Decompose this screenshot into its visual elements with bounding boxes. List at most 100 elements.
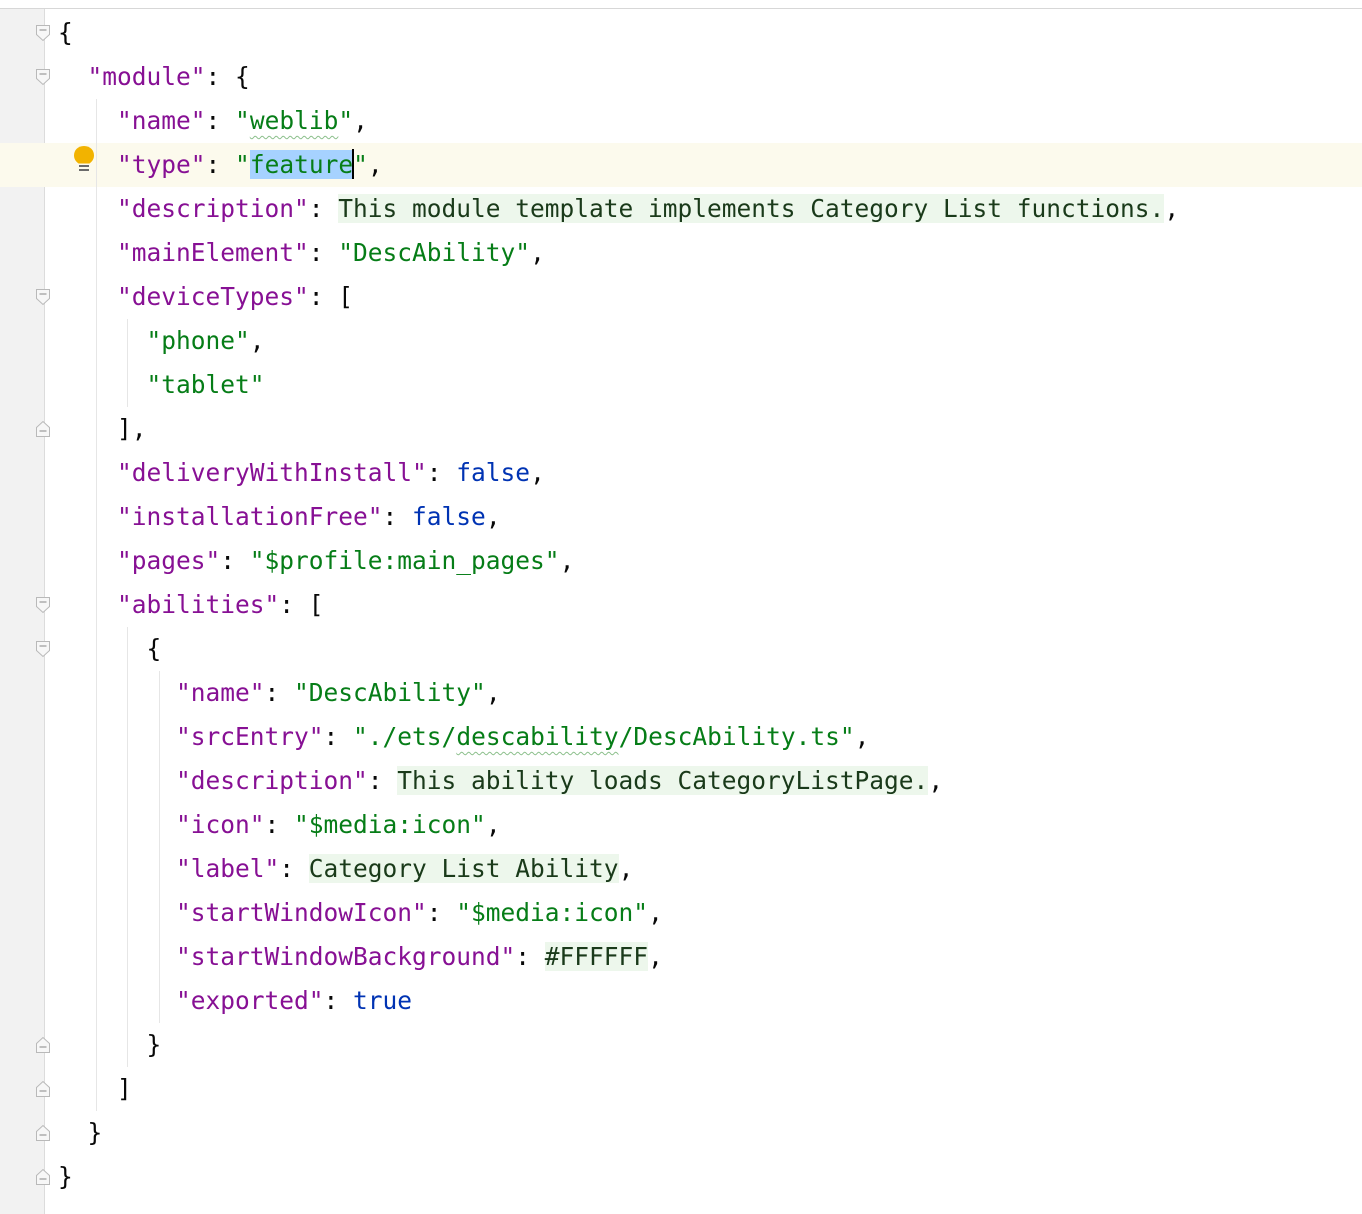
code-token: :	[323, 722, 354, 751]
fold-end-icon[interactable]	[35, 420, 51, 438]
code-line[interactable]: "pages": "$profile:main_pages",	[58, 539, 574, 583]
code-token: : {	[205, 62, 250, 91]
code-line[interactable]: "name": "weblib",	[58, 99, 368, 143]
code-line[interactable]: "icon": "$media:icon",	[58, 803, 501, 847]
fold-collapse-icon[interactable]	[35, 288, 51, 306]
fold-end-icon[interactable]	[35, 1036, 51, 1054]
code-line[interactable]: "phone",	[58, 319, 265, 363]
code-line[interactable]: }	[58, 1155, 73, 1199]
code-token: :	[515, 942, 545, 971]
fold-end-icon[interactable]	[35, 1124, 51, 1142]
code-token: "srcEntry"	[176, 722, 324, 751]
code-token: ,	[353, 106, 368, 135]
code-token: :	[279, 854, 309, 883]
code-token: true	[353, 986, 413, 1015]
code-line[interactable]: "type": "feature",	[58, 143, 383, 187]
code-token: }	[58, 1030, 162, 1059]
code-token: :	[323, 986, 354, 1015]
code-token: "icon"	[176, 810, 265, 839]
fold-collapse-icon[interactable]	[35, 640, 51, 658]
code-token: "abilities"	[117, 590, 280, 619]
fold-collapse-icon[interactable]	[35, 68, 51, 86]
fold-end-icon[interactable]	[35, 1168, 51, 1186]
code-line[interactable]: "installationFree": false,	[58, 495, 501, 539]
code-line[interactable]: "srcEntry": "./ets/descability/DescAbili…	[58, 715, 869, 759]
code-line[interactable]: "startWindowBackground": #FFFFFF,	[58, 935, 663, 979]
fold-collapse-icon[interactable]	[35, 24, 51, 42]
code-line[interactable]: {	[58, 11, 73, 55]
code-token: This ability loads CategoryListPage.	[397, 766, 929, 795]
editor-top-border	[0, 8, 1362, 9]
code-line[interactable]: "mainElement": "DescAbility",	[58, 231, 545, 275]
code-token: ,	[648, 942, 663, 971]
code-token: :	[220, 546, 250, 575]
code-token: : [	[308, 282, 354, 311]
code-token: descability	[456, 722, 619, 751]
code-token: "startWindowIcon"	[176, 898, 427, 927]
code-line[interactable]: }	[58, 1023, 162, 1067]
code-token: :	[308, 194, 339, 223]
code-line[interactable]: }	[58, 1111, 103, 1155]
code-token: weblib	[249, 106, 339, 135]
code-token: "description"	[117, 194, 309, 223]
code-line[interactable]: "startWindowIcon": "$media:icon",	[58, 891, 663, 935]
code-line[interactable]: "description": This module template impl…	[58, 187, 1179, 231]
code-token: ,	[559, 546, 575, 575]
code-token: false	[412, 502, 486, 531]
code-line[interactable]: "name": "DescAbility",	[58, 671, 501, 715]
code-token: :	[264, 678, 295, 707]
code-line[interactable]: "deviceTypes": [	[58, 275, 353, 319]
code-token: ,	[249, 326, 265, 355]
code-line[interactable]: "deliveryWithInstall": false,	[58, 451, 545, 495]
code-line[interactable]: {	[58, 627, 162, 671]
code-token: "deviceTypes"	[117, 282, 309, 311]
code-token: :	[367, 766, 398, 795]
code-token: "pages"	[117, 546, 221, 575]
code-line[interactable]: ]	[58, 1067, 132, 1111]
code-token: ]	[58, 1074, 132, 1103]
code-line[interactable]: "abilities": [	[58, 583, 324, 627]
code-line[interactable]: "module": {	[58, 55, 250, 99]
code-token: ,	[367, 150, 383, 179]
fold-end-icon[interactable]	[35, 1080, 51, 1098]
code-token: ,	[485, 678, 501, 707]
code-token: "description"	[176, 766, 368, 795]
code-token: ,	[1164, 194, 1180, 223]
code-line[interactable]: "description": This ability loads Catego…	[58, 759, 943, 803]
code-token: ,	[618, 854, 634, 883]
code-token: /DescAbility.ts"	[618, 722, 855, 751]
code-token: "module"	[87, 62, 206, 91]
code-line[interactable]: "exported": true	[58, 979, 412, 1023]
code-line[interactable]: "tablet"	[58, 363, 265, 407]
code-line[interactable]: "label": Category List Ability,	[58, 847, 633, 891]
code-token: "deliveryWithInstall"	[117, 458, 427, 487]
code-token: "type"	[117, 150, 206, 179]
code-token: "$profile:main_pages"	[249, 546, 560, 575]
lightbulb-icon[interactable]	[72, 145, 96, 175]
code-token: :	[382, 502, 413, 531]
code-line[interactable]: ],	[58, 407, 147, 451]
text-caret	[352, 149, 355, 179]
code-token: ,	[485, 810, 501, 839]
code-token: "./ets/	[353, 722, 457, 751]
code-token: :	[426, 458, 457, 487]
code-token: "startWindowBackground"	[176, 942, 516, 971]
code-token: feature	[249, 150, 354, 179]
code-token: ,	[530, 238, 545, 267]
code-token: "name"	[176, 678, 265, 707]
fold-collapse-icon[interactable]	[35, 596, 51, 614]
code-token: "DescAbility"	[338, 238, 531, 267]
code-token: "exported"	[176, 986, 324, 1015]
